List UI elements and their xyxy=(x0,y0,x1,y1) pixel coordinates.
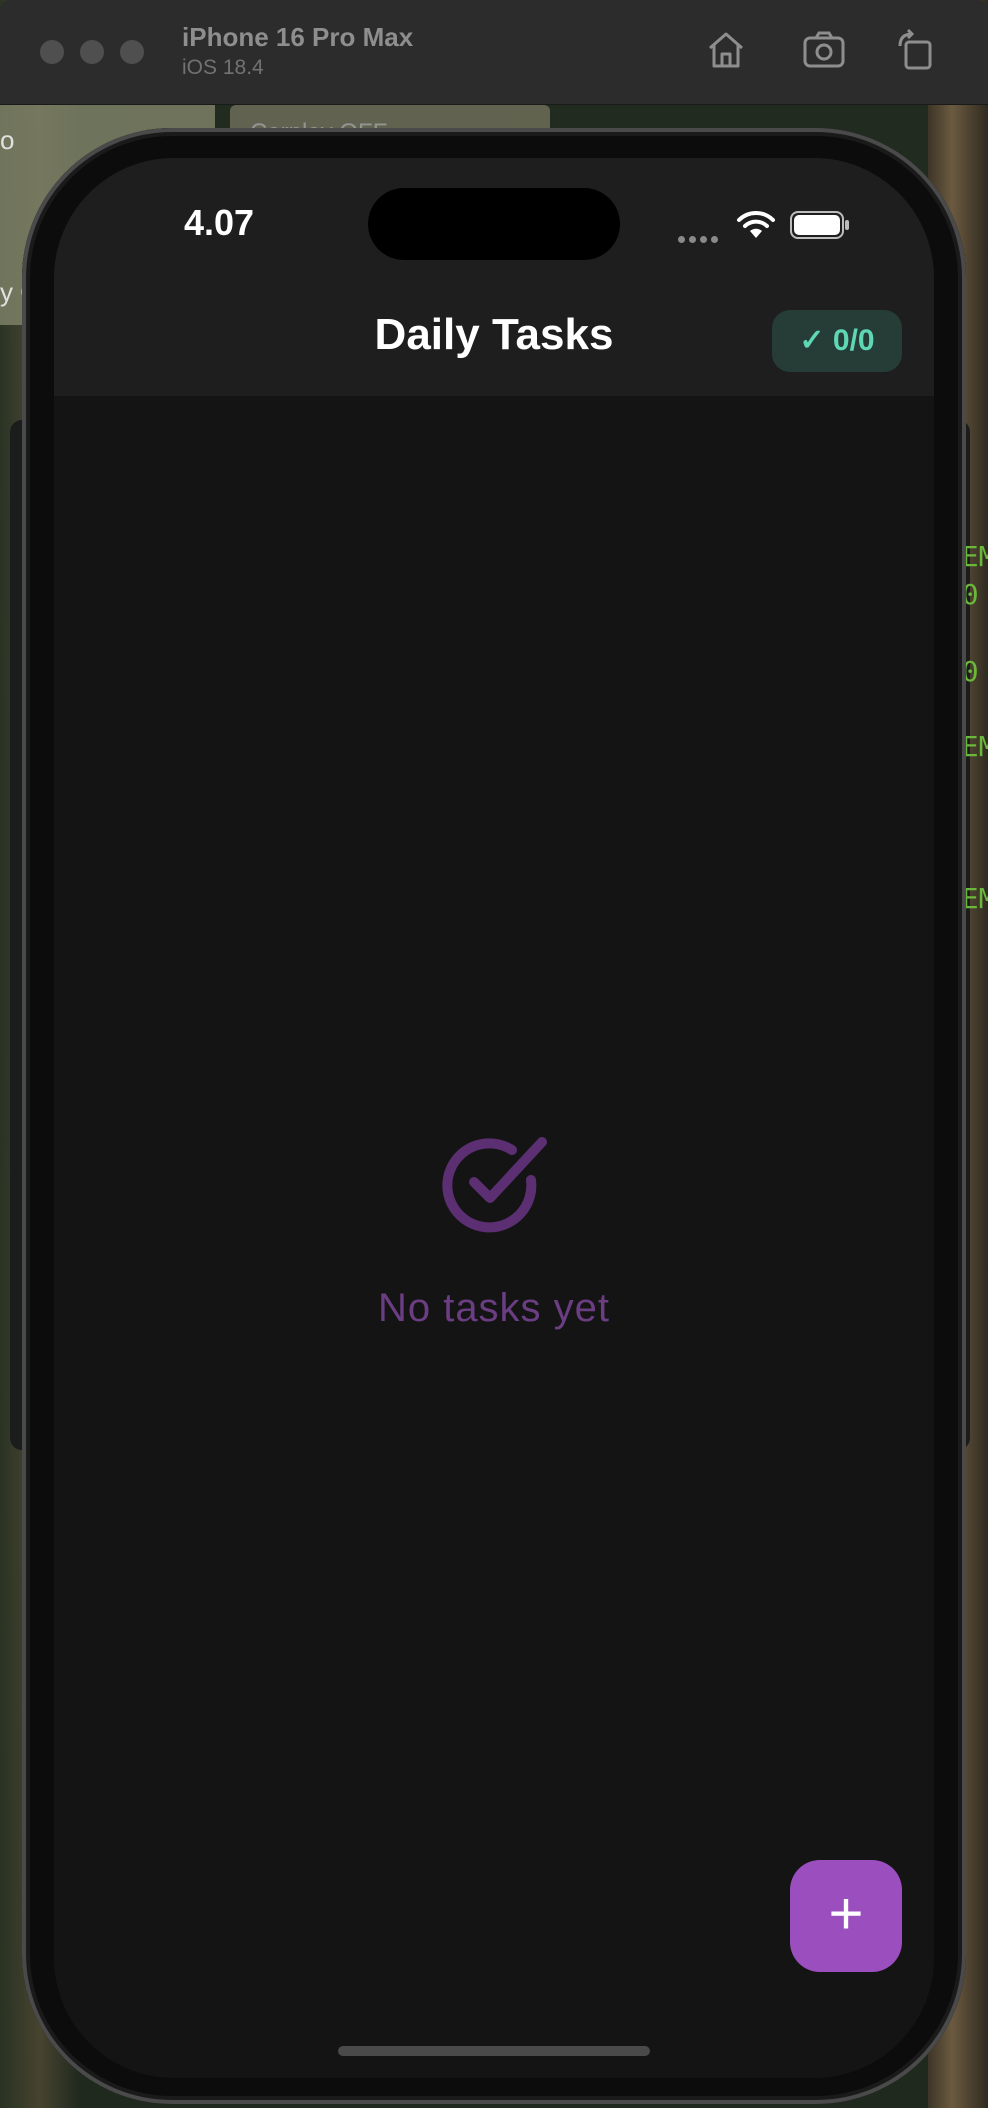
check-circle-icon xyxy=(442,1137,547,1233)
window-minimize-button[interactable] xyxy=(80,40,104,64)
empty-state-message: No tasks yet xyxy=(377,1286,611,1330)
simulator-os-version: iOS 18.4 xyxy=(182,56,264,79)
window-zoom-button[interactable] xyxy=(120,40,144,64)
add-task-button[interactable]: + xyxy=(790,1860,902,1972)
simulator-device-name: iPhone 16 Pro Max xyxy=(182,22,414,52)
home-indicator[interactable] xyxy=(338,2046,650,2056)
cellular-signal-icon xyxy=(678,230,722,248)
status-time: 4.07 xyxy=(184,202,255,243)
wifi-icon xyxy=(737,210,775,238)
screenshot-icon[interactable] xyxy=(802,28,846,72)
battery-icon xyxy=(790,211,849,239)
home-icon[interactable] xyxy=(704,28,748,72)
rotate-icon[interactable] xyxy=(894,28,938,72)
dynamic-island xyxy=(368,188,620,260)
simulator-titlebar: iPhone 16 Pro Max iOS 18.4 xyxy=(0,0,988,105)
window-close-button[interactable] xyxy=(40,40,64,64)
background-panel-text: o xyxy=(0,125,15,155)
phone-screen: 4.07 Daily Tasks ✓ 0/0 No tasks yet + xyxy=(54,158,934,2078)
task-count-badge: ✓ 0/0 xyxy=(772,310,902,372)
navigation-bar: 4.07 Daily Tasks ✓ 0/0 xyxy=(54,158,934,396)
